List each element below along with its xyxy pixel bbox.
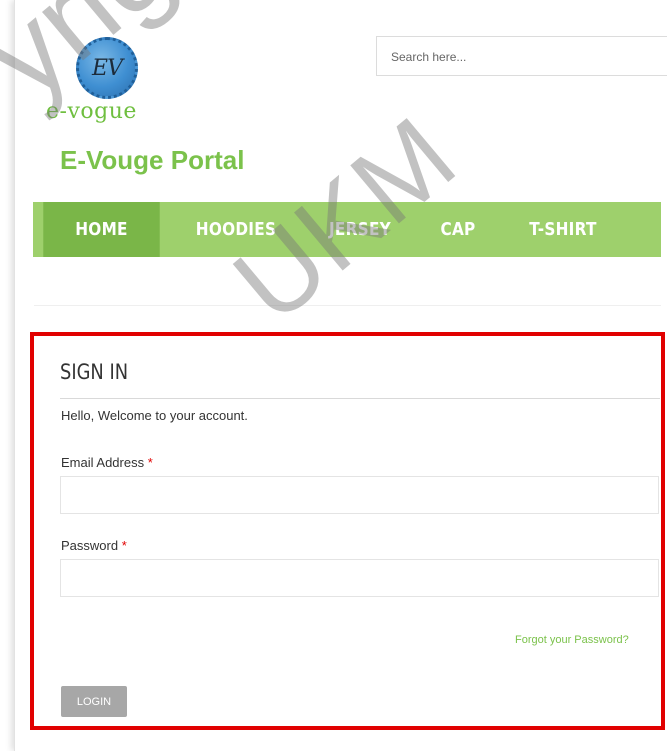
- password-label-text: Password: [61, 538, 119, 553]
- nav-item-home[interactable]: HOME: [43, 202, 160, 257]
- logo-monogram: EV: [92, 55, 123, 81]
- required-mark: *: [121, 538, 127, 553]
- signin-highlight-box: [30, 332, 665, 730]
- nav-item-cap[interactable]: CAP: [424, 202, 492, 257]
- login-button[interactable]: LOGIN: [61, 686, 127, 717]
- password-field[interactable]: [60, 559, 659, 597]
- email-label: Email Address *: [61, 455, 153, 470]
- signin-title: SIGN IN: [60, 360, 129, 384]
- main-nav: HOME HOODIES JERSEY CAP T-SHIRT: [33, 202, 661, 257]
- signin-title-rule: [60, 398, 660, 399]
- nav-item-tshirt[interactable]: T-SHIRT: [508, 202, 619, 257]
- welcome-text: Hello, Welcome to your account.: [61, 408, 248, 423]
- password-label: Password *: [61, 538, 127, 553]
- forgot-password-link[interactable]: Forgot your Password?: [515, 634, 629, 646]
- email-label-text: Email Address: [61, 455, 145, 470]
- logo-badge: EV: [76, 37, 138, 99]
- nav-item-jersey[interactable]: JERSEY: [311, 202, 410, 257]
- email-field[interactable]: [60, 476, 659, 514]
- logo-brand-text: e-vogue: [46, 99, 137, 124]
- nav-item-hoodies[interactable]: HOODIES: [180, 202, 292, 257]
- content-divider: [34, 305, 661, 306]
- search-input[interactable]: Search here...: [376, 36, 667, 76]
- site-title: E-Vouge Portal: [60, 145, 245, 175]
- site-logo[interactable]: EV e-vogue: [46, 25, 166, 135]
- required-mark: *: [147, 455, 153, 470]
